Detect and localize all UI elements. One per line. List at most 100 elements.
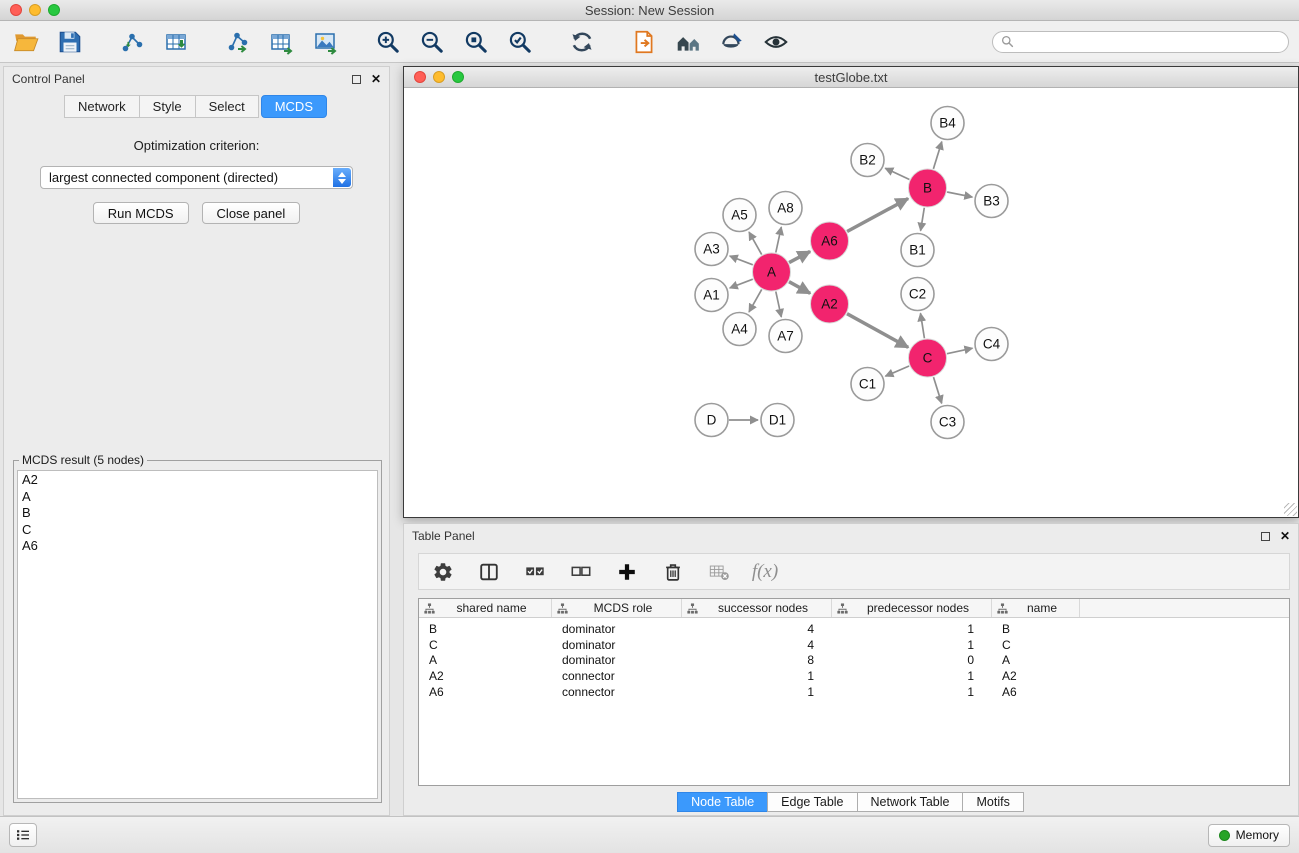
open-session-button[interactable] bbox=[10, 26, 42, 58]
node-A2[interactable]: A2 bbox=[811, 285, 849, 323]
node-A7[interactable]: A7 bbox=[769, 320, 802, 353]
export-table-button[interactable] bbox=[266, 26, 298, 58]
tab-network-table[interactable]: Network Table bbox=[857, 792, 964, 812]
node-C4[interactable]: C4 bbox=[975, 328, 1008, 361]
home-button[interactable] bbox=[672, 26, 704, 58]
node-A1[interactable]: A1 bbox=[695, 279, 728, 312]
close-panel-icon[interactable]: ✕ bbox=[371, 73, 381, 85]
select-all-rows-button[interactable] bbox=[521, 558, 549, 586]
table-cell[interactable]: 8 bbox=[682, 653, 832, 667]
table-cell[interactable]: 1 bbox=[832, 638, 992, 652]
show-columns-button[interactable] bbox=[475, 558, 503, 586]
edge-C-C4[interactable] bbox=[947, 348, 973, 354]
zoom-selected-button[interactable] bbox=[504, 26, 536, 58]
function-builder-button[interactable]: f(x) bbox=[751, 558, 779, 586]
edge-C-C2[interactable] bbox=[921, 313, 925, 338]
node-C2[interactable]: C2 bbox=[901, 278, 934, 311]
node-A5[interactable]: A5 bbox=[723, 199, 756, 232]
edge-B-B4[interactable] bbox=[933, 142, 941, 169]
tab-select[interactable]: Select bbox=[195, 95, 259, 118]
show-hide-details-button[interactable] bbox=[760, 26, 792, 58]
zoom-fit-button[interactable] bbox=[460, 26, 492, 58]
import-table-button[interactable] bbox=[160, 26, 192, 58]
deselect-all-rows-button[interactable] bbox=[567, 558, 595, 586]
network-zoom-button[interactable] bbox=[452, 71, 464, 83]
edge-A-A2[interactable] bbox=[789, 282, 810, 294]
table-cell[interactable]: dominator bbox=[552, 622, 682, 636]
edge-B-B3[interactable] bbox=[947, 192, 972, 197]
close-window-button[interactable] bbox=[10, 4, 22, 16]
node-B[interactable]: B bbox=[909, 169, 947, 207]
result-item[interactable]: A bbox=[18, 489, 377, 506]
refresh-layout-button[interactable] bbox=[566, 26, 598, 58]
float-panel-icon[interactable] bbox=[352, 75, 361, 84]
edge-A6-B[interactable] bbox=[847, 199, 908, 232]
table-cell[interactable]: 1 bbox=[832, 669, 992, 683]
zoom-out-button[interactable] bbox=[416, 26, 448, 58]
table-cell[interactable]: A bbox=[992, 653, 1080, 667]
node-A3[interactable]: A3 bbox=[695, 233, 728, 266]
column-header[interactable]: shared name bbox=[419, 599, 552, 617]
resize-grip-icon[interactable] bbox=[1284, 503, 1297, 516]
result-item[interactable]: B bbox=[18, 505, 377, 522]
column-header[interactable]: predecessor nodes bbox=[832, 599, 992, 617]
table-cell[interactable]: 1 bbox=[832, 685, 992, 699]
network-canvas[interactable]: B4B2BB3A5A8A6A3B1AA1C2A2A4A7C4CC1C3DD1 bbox=[404, 88, 1298, 517]
close-table-panel-icon[interactable]: ✕ bbox=[1280, 530, 1290, 542]
search-input[interactable] bbox=[1019, 35, 1280, 49]
node-D1[interactable]: D1 bbox=[761, 404, 794, 437]
network-close-button[interactable] bbox=[414, 71, 426, 83]
table-cell[interactable]: dominator bbox=[552, 638, 682, 652]
node-C3[interactable]: C3 bbox=[931, 406, 964, 439]
node-A4[interactable]: A4 bbox=[723, 313, 756, 346]
session-document-button[interactable] bbox=[628, 26, 660, 58]
table-row[interactable]: A6connector11A6 bbox=[419, 684, 1289, 700]
table-cell[interactable]: 0 bbox=[832, 653, 992, 667]
node-A[interactable]: A bbox=[753, 253, 791, 291]
import-network-button[interactable] bbox=[116, 26, 148, 58]
table-cell[interactable]: B bbox=[992, 622, 1080, 636]
table-row[interactable]: A2connector11A2 bbox=[419, 668, 1289, 684]
edge-C-C1[interactable] bbox=[885, 366, 909, 376]
float-table-panel-icon[interactable] bbox=[1261, 532, 1270, 541]
delete-table-button[interactable] bbox=[705, 558, 733, 586]
column-header[interactable]: name bbox=[992, 599, 1080, 617]
memory-button[interactable]: Memory bbox=[1208, 824, 1290, 847]
table-cell[interactable]: A6 bbox=[992, 685, 1080, 699]
table-cell[interactable]: 1 bbox=[832, 622, 992, 636]
search-box[interactable] bbox=[992, 31, 1289, 53]
edge-A-A5[interactable] bbox=[749, 232, 762, 255]
edge-B-B1[interactable] bbox=[921, 208, 925, 231]
table-row[interactable]: Cdominator41C bbox=[419, 637, 1289, 653]
table-cell[interactable]: A6 bbox=[419, 685, 552, 699]
task-history-button[interactable] bbox=[9, 823, 37, 847]
export-network-button[interactable] bbox=[222, 26, 254, 58]
delete-columns-button[interactable] bbox=[659, 558, 687, 586]
node-B2[interactable]: B2 bbox=[851, 144, 884, 177]
network-minimize-button[interactable] bbox=[433, 71, 445, 83]
result-item[interactable]: C bbox=[18, 522, 377, 539]
table-cell[interactable]: C bbox=[992, 638, 1080, 652]
tab-mcds[interactable]: MCDS bbox=[261, 95, 327, 118]
node-B3[interactable]: B3 bbox=[975, 185, 1008, 218]
mcds-result-list[interactable]: A2ABCA6 bbox=[17, 470, 378, 799]
table-cell[interactable]: A bbox=[419, 653, 552, 667]
table-cell[interactable]: 4 bbox=[682, 622, 832, 636]
zoom-in-button[interactable] bbox=[372, 26, 404, 58]
node-C1[interactable]: C1 bbox=[851, 368, 884, 401]
table-cell[interactable]: connector bbox=[552, 669, 682, 683]
network-window-titlebar[interactable]: testGlobe.txt bbox=[404, 67, 1298, 88]
table-cell[interactable]: A2 bbox=[419, 669, 552, 683]
save-session-button[interactable] bbox=[54, 26, 86, 58]
result-item[interactable]: A6 bbox=[18, 538, 377, 555]
table-cell[interactable]: C bbox=[419, 638, 552, 652]
node-C[interactable]: C bbox=[909, 339, 947, 377]
table-cell[interactable]: A2 bbox=[992, 669, 1080, 683]
export-image-button[interactable] bbox=[310, 26, 342, 58]
tab-edge-table[interactable]: Edge Table bbox=[767, 792, 857, 812]
optimization-criterion-select[interactable]: largest connected component (directed) bbox=[40, 166, 353, 189]
edge-A-A1[interactable] bbox=[730, 279, 753, 288]
table-row[interactable]: Bdominator41B bbox=[419, 621, 1289, 637]
tab-style[interactable]: Style bbox=[139, 95, 196, 118]
node-B1[interactable]: B1 bbox=[901, 234, 934, 267]
